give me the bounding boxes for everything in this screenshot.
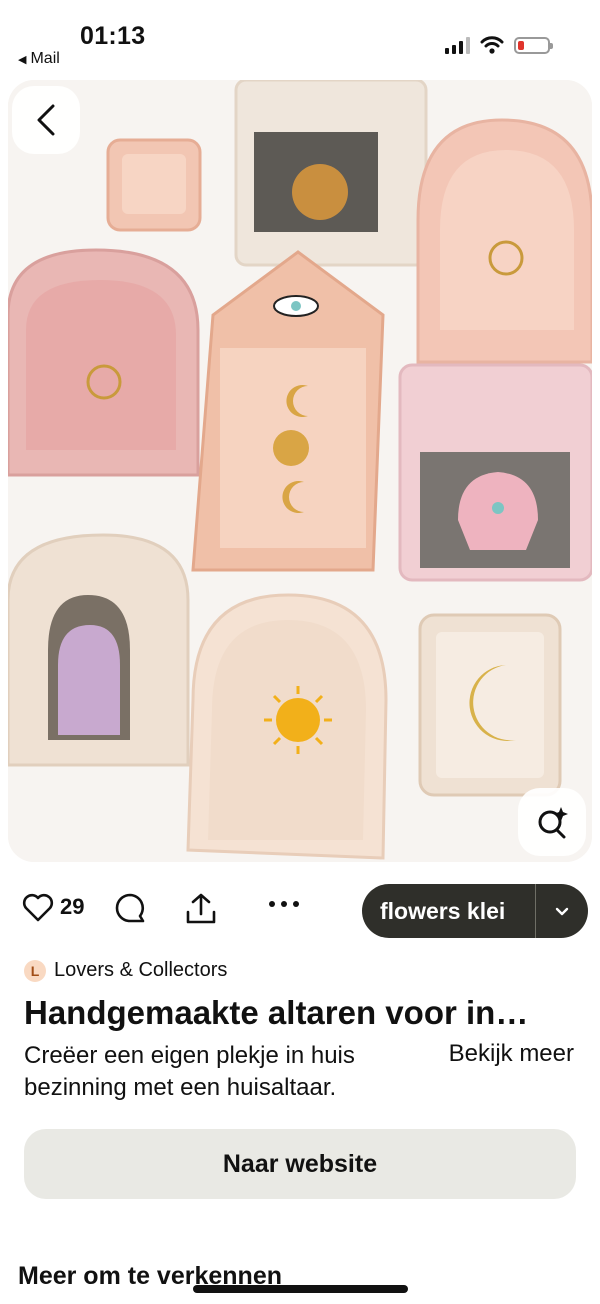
status-icons — [445, 36, 553, 54]
back-to-app-link[interactable]: ◀ Mail — [18, 50, 60, 68]
visual-search-button[interactable] — [518, 788, 586, 856]
more-options-button[interactable] — [268, 900, 300, 908]
heart-icon — [22, 893, 54, 922]
pin-image[interactable] — [8, 80, 592, 862]
comment-button[interactable] — [114, 892, 146, 924]
signal-icon — [445, 36, 470, 54]
altar-photo — [8, 80, 592, 862]
status-time: 01:13 — [80, 22, 146, 50]
chevron-down-icon — [555, 907, 569, 915]
share-button[interactable] — [184, 892, 218, 926]
comment-icon — [115, 893, 145, 923]
description-line-2: bezinning met een huisaltaar. — [24, 1074, 337, 1101]
board-dropdown-button[interactable] — [536, 907, 588, 916]
pin-action-bar: 29 flowers klei — [22, 884, 588, 940]
save-to-board-button[interactable]: flowers klei — [362, 884, 588, 938]
pin-title: Handgemaakte altaren voor in… — [24, 994, 529, 1031]
wifi-icon — [480, 36, 504, 54]
source-avatar: L — [24, 959, 46, 982]
back-app-label: Mail — [30, 50, 60, 67]
like-count: 29 — [60, 894, 85, 919]
pin-source[interactable]: L Lovers & Collectors — [24, 959, 227, 982]
status-bar: 01:13 ◀ Mail — [0, 0, 600, 78]
share-icon — [186, 893, 216, 924]
board-name: flowers klei — [380, 897, 506, 924]
lens-sparkle-icon — [538, 807, 568, 839]
source-name: Lovers & Collectors — [54, 959, 228, 981]
back-button[interactable] — [12, 86, 80, 154]
back-triangle-icon: ◀ — [18, 54, 27, 66]
see-more-link[interactable]: Bekijk meer — [438, 1040, 574, 1068]
visit-website-button[interactable]: Naar website — [24, 1129, 576, 1199]
home-indicator[interactable] — [193, 1285, 408, 1293]
description-line-1: Creëer een eigen plekje in huis — [24, 1042, 355, 1069]
battery-icon — [514, 36, 553, 54]
chevron-left-icon — [37, 104, 55, 136]
ellipsis-icon — [269, 901, 299, 907]
like-button[interactable]: 29 — [22, 892, 84, 922]
